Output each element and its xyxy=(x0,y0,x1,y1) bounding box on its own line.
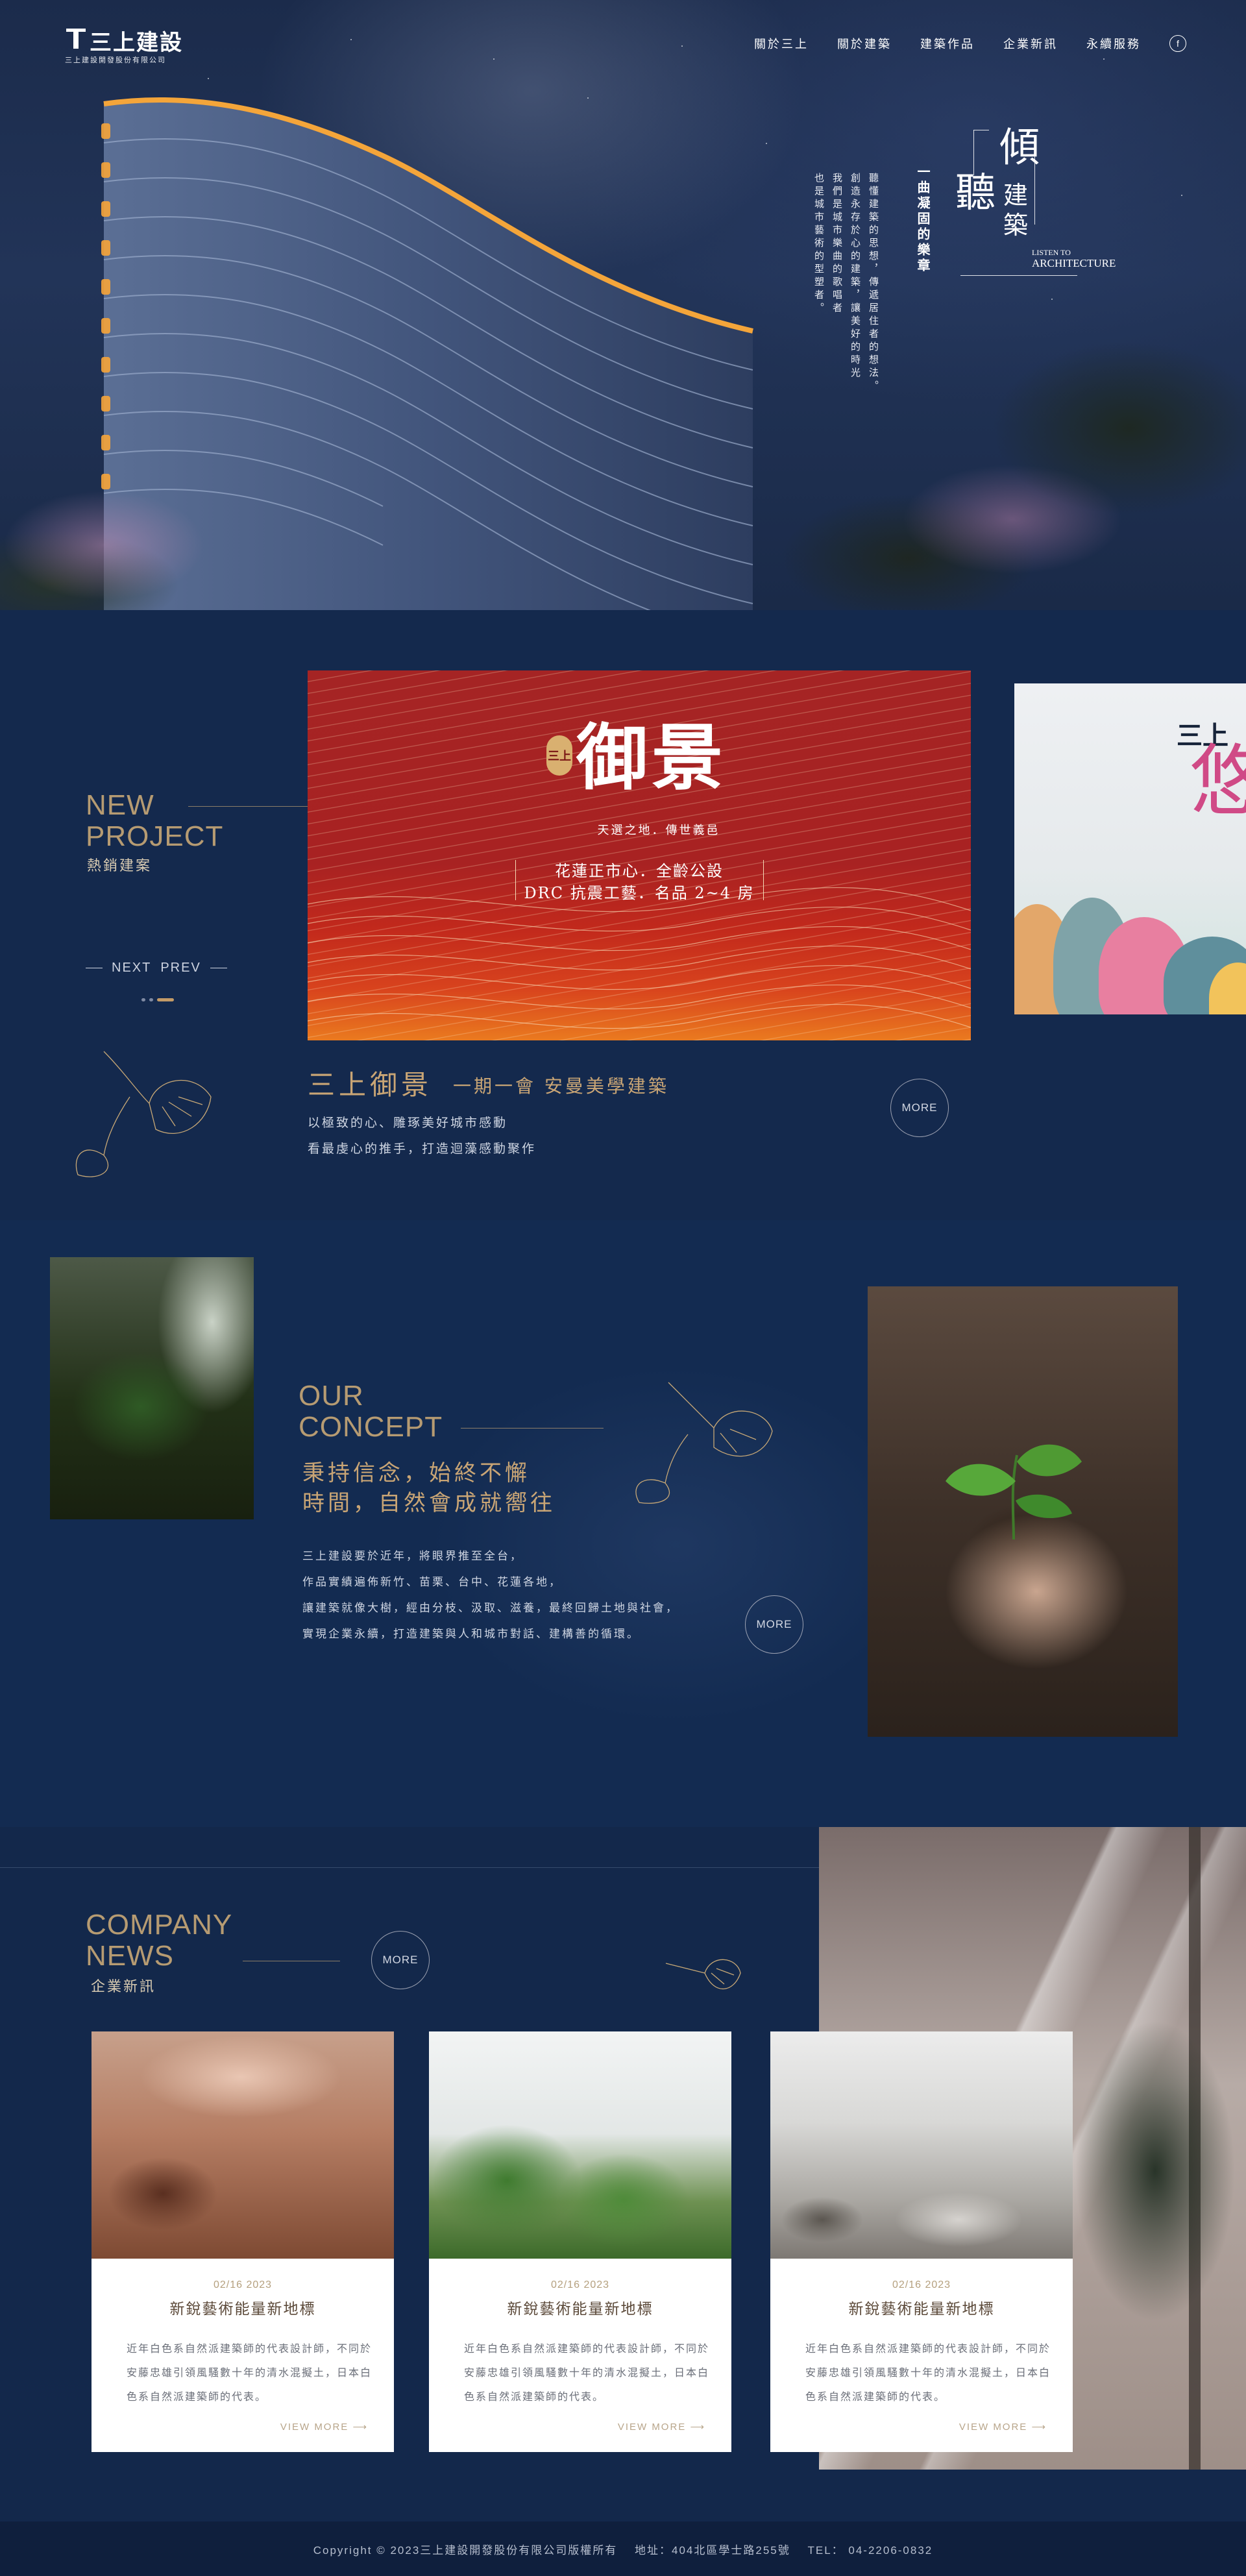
news-card-image xyxy=(92,2031,394,2259)
project-title-sub: 一期一會 安曼美學建築 xyxy=(453,1075,669,1097)
news-en-title-2: NEWS xyxy=(86,1940,174,1972)
project-seal: 三上 xyxy=(546,735,572,776)
nav-item-works[interactable]: 建築作品 xyxy=(920,35,975,52)
concept-plant-photo xyxy=(50,1257,254,1519)
news-card-title: 新銳藝術能量新地標 xyxy=(848,2301,995,2318)
news-card[interactable]: 02/16 2023 新銳藝術能量新地標 近年白色系自然派建築師的代表設計師，不… xyxy=(429,2031,731,2452)
project-slider-controls: NEXT PREV xyxy=(86,961,227,975)
facebook-icon[interactable]: f xyxy=(1169,35,1186,52)
slider-dot[interactable] xyxy=(141,998,145,1001)
nav-item-about[interactable]: 關於三上 xyxy=(754,35,809,52)
news-card-excerpt: 近年白色系自然派建築師的代表設計師，不同於安藤忠雄引領風騷數十年的清水混擬土，日… xyxy=(464,2342,710,2403)
project-desc-1: 以極致的心、雕琢美好城市感動 xyxy=(308,1116,508,1130)
project-desc-2: 看最虔心的推手，打造迴藻感動聚作 xyxy=(308,1142,537,1156)
main-nav: 關於三上 關於建築 建築作品 企業新訊 永續服務 f xyxy=(754,35,1186,52)
ginkgo-leaf-icon xyxy=(635,1382,773,1504)
site-footer: Copyright © 2023三上建設開發股份有限公司版權所有 地址：404北… xyxy=(0,2521,1246,2576)
news-card-title: 新銳藝術能量新地標 xyxy=(507,2301,654,2318)
news-card-image xyxy=(770,2031,1073,2259)
hero-copy: 也是城市藝術的型塑者。 我們是城市樂曲的歌唱者 創造永存於心的建築，讓美好的時光… xyxy=(811,114,1149,393)
hero-big-char-2: 聽 xyxy=(955,169,996,216)
next-button[interactable]: NEXT xyxy=(112,961,151,975)
footer-tel: TEL： 04-2206-0832 xyxy=(807,2544,933,2557)
hero-banner: 三上建設 三上建設開發股份有限公司 關於三上 關於建築 建築作品 企業新訊 永續… xyxy=(0,0,1246,610)
project-more-button[interactable]: MORE xyxy=(890,1079,949,1137)
hero-small-char-2: 築 xyxy=(1003,211,1029,239)
concept-quote-2: 時間，自然會成就嚮往 xyxy=(302,1490,556,1516)
concept-quote-1: 秉持信念，始終不懈 xyxy=(302,1460,530,1486)
project-tagline-2: DRC 抗震工藝．名品 2~4 房 xyxy=(524,884,755,902)
concept-en-title-2: CONCEPT xyxy=(299,1411,443,1443)
nav-item-architecture[interactable]: 關於建築 xyxy=(837,35,892,52)
nav-item-news[interactable]: 企業新訊 xyxy=(1003,35,1058,52)
news-card-view-more[interactable]: VIEW MORE ⟶ xyxy=(959,2421,1047,2433)
prev-button[interactable]: PREV xyxy=(160,961,201,975)
project-tagline-1: 花蓮正市心．全齡公設 xyxy=(555,862,724,880)
project-title: 三上御景 xyxy=(308,1069,433,1101)
news-card[interactable]: 02/16 2023 新銳藝術能量新地標 近年白色系自然派建築師的代表設計師，不… xyxy=(92,2031,394,2452)
slider-dot-active[interactable] xyxy=(157,998,174,1001)
news-card-view-more[interactable]: VIEW MORE ⟶ xyxy=(618,2421,705,2433)
logo-name: 三上建設 xyxy=(90,30,183,56)
concept-en-title-1: OUR xyxy=(299,1380,364,1412)
company-news-section: COMPANY NEWS 企業新訊 MORE 02/16 2023 新銳藝術能量… xyxy=(0,1827,1246,2521)
news-zh-title: 企業新訊 xyxy=(91,1979,156,1995)
concept-section: OUR CONCEPT 秉持信念，始終不懈 時間，自然會成就嚮往 三上建設要於近… xyxy=(0,1220,1246,1827)
news-en-title-1: COMPANY xyxy=(86,1909,233,1941)
next-project-char: 悠 xyxy=(1190,737,1246,827)
concept-hands-photo xyxy=(868,1286,1178,1737)
project-zh-title: 熱銷建案 xyxy=(87,858,153,874)
concept-quote: 秉持信念，始終不懈 時間，自然會成就嚮往 xyxy=(302,1458,556,1518)
news-card-excerpt: 近年白色系自然派建築師的代表設計師，不同於安藤忠雄引領風騷數十年的清水混擬土，日… xyxy=(127,2342,373,2403)
news-card-date: 02/16 2023 xyxy=(213,2279,273,2290)
news-card-image xyxy=(429,2031,731,2259)
project-slogan: 天選之地．傳世義邑 xyxy=(597,824,720,837)
news-card-view-more[interactable]: VIEW MORE ⟶ xyxy=(280,2421,368,2433)
trees-right xyxy=(766,325,1246,610)
hero-en-1: LISTEN TO xyxy=(1032,248,1071,257)
ginkgo-leaf-icon xyxy=(665,1959,741,1989)
company-logo[interactable]: 三上建設 三上建設開發股份有限公司 xyxy=(65,25,195,64)
concept-body-2: 作品實績遍佈新竹、苗栗、台中、花蓮各地， xyxy=(302,1576,562,1589)
hero-vertical-title: 一曲凝固的樂章 xyxy=(915,165,931,274)
ginkgo-leaf-icon xyxy=(75,1051,212,1177)
project-en-title-1: NEW xyxy=(86,789,154,821)
hero-big-char-1: 傾 xyxy=(999,123,1040,171)
hero-line-1: 聽懂建築的思想，傳遞居住者的想法。 xyxy=(868,173,879,393)
concept-body-3: 讓建築就像大樹，經由分枝、汲取、滋養，最終回歸土地與社會， xyxy=(302,1602,679,1615)
news-card-date: 02/16 2023 xyxy=(550,2279,610,2290)
logo-mark-icon xyxy=(65,27,87,51)
sprout-icon xyxy=(946,1444,1082,1540)
footer-copyright: Copyright © 2023三上建設開發股份有限公司版權所有 xyxy=(313,2544,618,2557)
news-card-excerpt: 近年白色系自然派建築師的代表設計師，不同於安藤忠雄引領風騷數十年的清水混擬土，日… xyxy=(805,2342,1051,2403)
news-card-title: 新銳藝術能量新地標 xyxy=(169,2301,316,2318)
concept-more-button[interactable]: MORE xyxy=(745,1595,803,1654)
next-project-preview[interactable]: 三上 悠 xyxy=(1014,683,1246,1014)
featured-project-image[interactable]: 三上 御景 天選之地．傳世義邑 花蓮正市心．全齡公設 DRC 抗震工藝．名品 2… xyxy=(308,670,971,1040)
hero-en-2: ARCHITECTURE xyxy=(1032,257,1116,269)
new-project-section: NEW PROJECT 熱銷建案 三上 御景 天選之地．傳世義邑 花蓮正市心．全… xyxy=(0,610,1246,1220)
concept-body-4: 實現企業永續，打造建築與人和城市對話、建構善的循環。 xyxy=(302,1628,640,1641)
news-card[interactable]: 02/16 2023 新銳藝術能量新地標 近年白色系自然派建築師的代表設計師，不… xyxy=(770,2031,1073,2452)
trees-left xyxy=(0,454,273,610)
logo-subtitle: 三上建設開發股份有限公司 xyxy=(65,56,166,64)
project-brand: 御景 xyxy=(576,716,727,800)
hero-line-3: 我們是城市樂曲的歌唱者 xyxy=(831,173,843,315)
hero-line-4: 也是城市藝術的型塑者。 xyxy=(813,173,825,315)
hero-line-2: 創造永存於心的建築，讓美好的時光 xyxy=(849,173,861,380)
news-card-date: 02/16 2023 xyxy=(892,2279,951,2290)
nav-item-sustainability[interactable]: 永續服務 xyxy=(1086,35,1141,52)
news-more-button[interactable]: MORE xyxy=(371,1931,430,1989)
slider-dot[interactable] xyxy=(149,998,153,1001)
slider-pagination xyxy=(141,998,174,1001)
footer-address: 地址：404北區學士路255號 xyxy=(635,2544,790,2557)
project-en-title-2: PROJECT xyxy=(86,820,224,852)
concept-body-1: 三上建設要於近年，將眼界推至全台， xyxy=(302,1550,523,1563)
